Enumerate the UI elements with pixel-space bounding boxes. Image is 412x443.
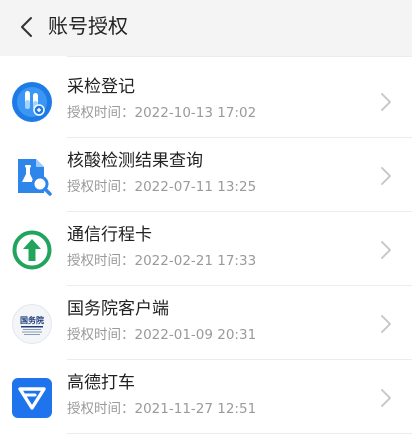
auth-time: 授权时间：2022-01-09 20:31 <box>67 325 256 345</box>
auth-time-label: 授权时间： <box>67 327 135 343</box>
auth-time-label: 授权时间： <box>67 253 135 269</box>
auth-time: 授权时间：2021-11-27 12:51 <box>67 399 256 419</box>
auth-time-value: 2022-07-11 13:25 <box>134 179 257 195</box>
auth-time-label: 授权时间： <box>67 105 135 121</box>
list-item-guowuyuan-kehuduan[interactable]: 国务院 国务院客户端 授权时间：2022-01-09 20:31 <box>0 286 412 360</box>
auth-time-label: 授权时间： <box>67 179 135 195</box>
auth-time: 授权时间：2022-07-11 13:25 <box>67 177 256 197</box>
chevron-right-icon <box>381 167 391 185</box>
list-item-caijian-dengji[interactable]: 采检登记 授权时间：2022-10-13 17:02 <box>0 64 412 138</box>
auth-time-label: 授权时间： <box>67 401 135 417</box>
auth-time-value: 2022-01-09 20:31 <box>134 327 257 343</box>
list-item-gaode-dache[interactable]: 高德打车 授权时间：2021-11-27 12:51 <box>0 360 412 434</box>
chevron-right-icon <box>381 93 391 111</box>
test-tube-icon <box>12 82 52 122</box>
app-name: 高德打车 <box>67 373 135 393</box>
app-name: 国务院客户端 <box>67 299 169 319</box>
state-council-logo-icon: 国务院 <box>12 304 52 344</box>
list-item-hesuan-jiance[interactable]: 核酸检测结果查询 授权时间：2022-07-11 13:25 <box>0 138 412 212</box>
list-item-tongxin-xingchengka[interactable]: 通信行程卡 授权时间：2022-02-21 17:33 <box>0 212 412 286</box>
app-name: 采检登记 <box>67 77 135 97</box>
auth-time: 授权时间：2022-02-21 17:33 <box>67 251 256 271</box>
auth-time: 授权时间：2022-10-13 17:02 <box>67 103 256 123</box>
divider <box>67 433 412 434</box>
up-arrow-circle-icon <box>12 230 52 270</box>
app-name: 通信行程卡 <box>67 225 152 245</box>
chevron-right-icon <box>381 315 391 333</box>
authorized-app-list: 采检登记 授权时间：2022-10-13 17:02 核酸检测结果查询 授权时间… <box>0 56 412 443</box>
page-title: 账号授权 <box>48 14 128 38</box>
chevron-left-icon <box>21 17 32 37</box>
amap-taxi-icon <box>12 378 52 418</box>
chevron-right-icon <box>381 241 391 259</box>
app-name: 核酸检测结果查询 <box>67 151 203 171</box>
top-bar: 账号授权 <box>0 0 412 56</box>
logo-text: 国务院 <box>20 315 44 325</box>
document-search-icon <box>18 159 52 196</box>
back-button[interactable] <box>8 8 44 46</box>
auth-time-value: 2021-11-27 12:51 <box>134 401 257 417</box>
auth-time-value: 2022-02-21 17:33 <box>134 253 257 269</box>
chevron-right-icon <box>381 389 391 407</box>
divider <box>67 56 412 57</box>
auth-time-value: 2022-10-13 17:02 <box>134 105 257 121</box>
